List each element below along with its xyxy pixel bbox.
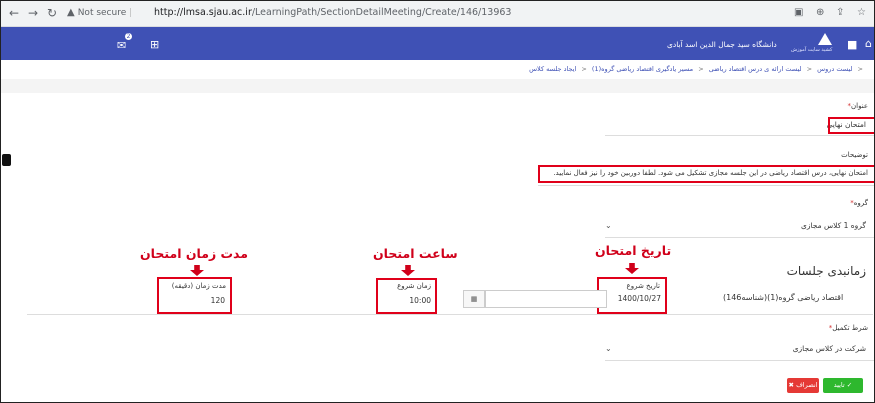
screenshot-frame: ← → ↻ ▲ Not secure | http://lmsa.sjau.ac.… [0,0,875,403]
content-separator [1,79,874,93]
confirm-button[interactable]: ✓ تایید [823,378,863,393]
title-highlight [828,117,874,134]
exam-duration-annotation: مدت زمان امتحان [140,246,249,261]
app-header: ✉ 2 ⊞ دانشگاه سید جمال الدین اسد آبادی ک… [1,27,874,60]
bookmark-star-icon[interactable]: ☆ [857,7,866,19]
calendar-icon[interactable]: ▦ [463,290,485,308]
exam-date-arrow-icon [625,263,639,274]
title-label: عنوان* [847,102,869,110]
url-host: http://lmsa.sjau.ac.ir [154,7,252,18]
group-label: گروه* [850,199,868,207]
breadcrumb-learning-path[interactable]: مسیر یادگیری اقتصاد ریاضی گروه(1) [592,65,693,73]
reload-icon[interactable]: ↻ [47,6,57,20]
exam-duration-arrow-icon [190,265,204,276]
meeting-name: اقتصاد ریاضی گروه(1)(شناسه146) [723,293,844,302]
notification-badge: 2 [125,33,132,40]
share-icon[interactable]: ⇪ [836,7,844,19]
cancel-button[interactable]: انصراف ✖ [787,378,819,393]
breadcrumb-create-meeting: ایجاد جلسه کلاس [529,65,577,73]
back-icon[interactable]: ← [9,6,19,20]
warning-icon: ▲ [67,7,75,18]
start-time-highlight [376,278,437,314]
exam-date-annotation: تاریخ امتحان [595,243,672,258]
schedule-title: زمانبدی جلسات [786,264,866,278]
group-chevron-down-icon[interactable]: ⌄ [605,221,612,230]
breadcrumb-course-offerings[interactable]: لیست ارائه ی درس اقتصاد ریاضی [709,65,802,73]
settings-gear-icon[interactable] [2,154,11,166]
url-path: /LearningPath/SectionDetailMeeting/Creat… [251,7,512,18]
browser-toolbar: ← → ↻ ▲ Not secure | http://lmsa.sjau.ac.… [1,1,874,27]
date-picker-field[interactable] [485,290,607,308]
breadcrumb: < لیست دروس < لیست ارائه ی درس اقتصاد ری… [529,65,863,73]
start-date-highlight [597,277,667,314]
breadcrumb-courses[interactable]: لیست دروس [817,65,852,73]
description-highlight [538,165,874,183]
completion-label: شرط تکمیل* [828,324,868,332]
university-name: دانشگاه سید جمال الدین اسد آبادی [667,40,777,49]
group-select[interactable]: گروه 1 کلاس مجازی [801,221,866,230]
translate-icon[interactable]: ▣ [794,7,803,19]
apps-icon[interactable]: ⊞ [150,39,159,51]
completion-select[interactable]: شرکت در کلاس مجازی [793,344,866,353]
zoom-icon[interactable]: ⊕ [816,7,824,19]
security-indicator[interactable]: ▲ Not secure | [67,7,132,19]
description-label: توضیحات [841,151,868,159]
university-subtitle: کشید سایت آموزش [791,47,833,53]
address-bar[interactable]: http://lmsa.sjau.ac.ir/LearningPath/Sect… [154,7,511,19]
duration-highlight [157,277,232,314]
completion-chevron-down-icon[interactable]: ⌄ [605,344,612,353]
exam-time-arrow-icon [401,265,415,276]
exam-time-annotation: ساعت امتحان [373,246,458,261]
menu-icon[interactable]: ■ [847,39,857,51]
forward-icon[interactable]: → [28,6,38,20]
mail-icon[interactable]: ✉ [117,40,126,52]
university-logo [818,33,832,45]
home-icon[interactable]: ⌂ [865,38,872,50]
